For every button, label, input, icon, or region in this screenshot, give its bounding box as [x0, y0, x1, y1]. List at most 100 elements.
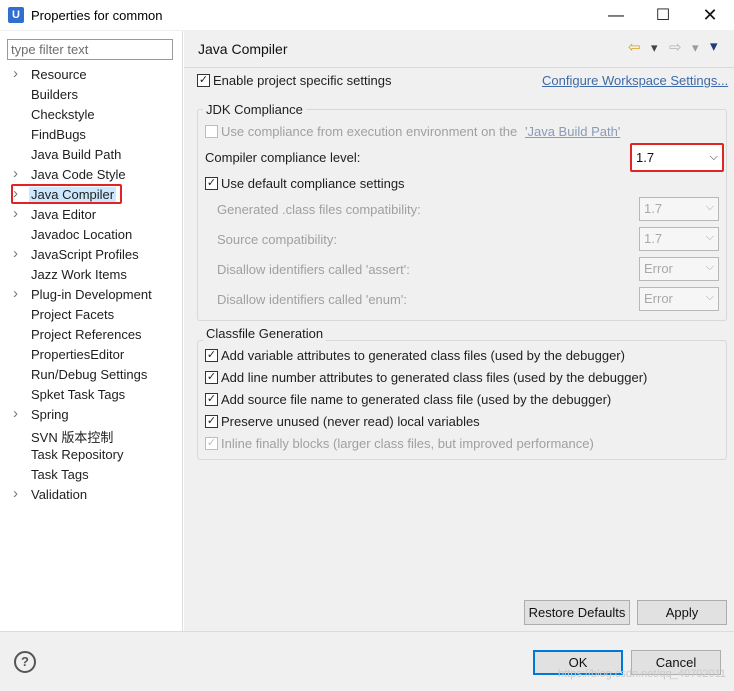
tree-item[interactable]: Project References [0, 325, 183, 345]
expand-arrow-icon[interactable]: › [13, 165, 25, 182]
expand-arrow-icon[interactable]: › [13, 65, 25, 82]
expand-arrow-icon[interactable]: › [13, 205, 25, 222]
add-source-file-checkbox[interactable]: ✓ [205, 393, 218, 406]
tree-item-label: Resource [31, 67, 87, 82]
enum-label: Disallow identifiers called 'enum': [217, 292, 407, 307]
expand-arrow-icon[interactable]: › [13, 485, 25, 502]
tree-item[interactable]: Spket Task Tags [0, 385, 183, 405]
tree-item[interactable]: › Java Editor [0, 205, 183, 225]
restore-defaults-button[interactable]: Restore Defaults [524, 600, 630, 625]
jdk-compliance-title: JDK Compliance [203, 102, 306, 117]
tree-item-label: Task Repository [31, 447, 124, 462]
expand-arrow-icon[interactable]: › [13, 405, 25, 422]
chevron-down-icon: ⌵ [705, 231, 714, 243]
tree-item[interactable]: Task Repository [0, 445, 183, 465]
generated-class-label: Generated .class files compatibility: [217, 202, 421, 217]
tree-item-label: JavaScript Profiles [31, 247, 139, 262]
add-variable-attributes-checkbox[interactable]: ✓ [205, 349, 218, 362]
tree-item[interactable]: › Validation [0, 485, 183, 505]
tree-item-label: Spket Task Tags [31, 387, 126, 402]
tree-item[interactable]: SVN 版本控制 [0, 425, 183, 445]
forward-menu-chevron-icon[interactable]: ▾ [692, 40, 699, 56]
tree-item[interactable]: Builders [0, 85, 183, 105]
enum-select: Error ⌵ [639, 287, 719, 311]
source-compat-label: Source compatibility: [217, 232, 337, 247]
tree-item[interactable]: › Java Code Style [0, 165, 183, 185]
enable-project-specific-checkbox[interactable]: ✓ [197, 74, 210, 87]
assert-label: Disallow identifiers called 'assert': [217, 262, 410, 277]
tree-item-label: Validation [31, 487, 88, 502]
selection-highlight-annotation [11, 184, 122, 204]
tree-item[interactable]: › Resource [0, 65, 183, 85]
tree-item-label: Project References [31, 327, 142, 342]
tree-item-label: Project Facets [31, 307, 115, 322]
tree-item[interactable]: Checkstyle [0, 105, 183, 125]
forward-arrow-icon[interactable]: ⇨ [669, 38, 682, 56]
chevron-down-icon: ⌵ [705, 291, 714, 303]
tree-item[interactable]: › Spring [0, 405, 183, 425]
tree-item-label: Jazz Work Items [31, 267, 127, 282]
tree-item[interactable]: Task Tags [0, 465, 183, 485]
filter-input[interactable] [7, 39, 173, 60]
inline-finally-label: Inline finally blocks (larger class file… [221, 436, 594, 451]
main-panel: Java Compiler ⇦ ▾ ⇨ ▾ ▾ ✓ Enable project… [184, 31, 734, 631]
expand-arrow-icon[interactable]: › [13, 285, 25, 302]
minimize-button[interactable]: — [593, 0, 639, 31]
close-button[interactable]: ✕ [687, 0, 733, 31]
add-source-file-label: Add source file name to generated class … [221, 392, 612, 407]
tree-item[interactable]: FindBugs [0, 125, 183, 145]
assert-select: Error ⌵ [639, 257, 719, 281]
tree-item-label: Java Code Style [31, 167, 126, 182]
back-menu-chevron-icon[interactable]: ▾ [651, 40, 658, 56]
apply-button[interactable]: Apply [637, 600, 727, 625]
expand-arrow-icon[interactable]: › [13, 245, 25, 262]
enable-project-specific-label: Enable project specific settings [213, 73, 392, 88]
tree-item[interactable]: Jazz Work Items [0, 265, 183, 285]
chevron-down-icon: ⌵ [705, 201, 714, 213]
app-icon: U [8, 7, 24, 23]
enum-value: Error [644, 291, 673, 306]
chevron-down-icon: ⌵ [705, 261, 714, 273]
tree-item-label: Checkstyle [31, 107, 95, 122]
back-arrow-icon[interactable]: ⇦ [628, 38, 641, 56]
page-title: Java Compiler [198, 41, 288, 57]
maximize-button[interactable]: ☐ [640, 0, 686, 31]
source-compat-value: 1.7 [644, 231, 663, 246]
preserve-unused-label: Preserve unused (never read) local varia… [221, 414, 480, 429]
tree-item[interactable]: Java Build Path [0, 145, 183, 165]
inline-finally-checkbox: ✓ [205, 437, 218, 450]
configure-workspace-link[interactable]: Configure Workspace Settings... [542, 73, 728, 88]
tree-item-label: Java Editor [31, 207, 97, 222]
title-bar: U Properties for common — ☐ ✕ [0, 0, 734, 31]
assert-value: Error [644, 261, 673, 276]
compliance-level-label: Compiler compliance level: [205, 150, 361, 165]
tree-item[interactable]: PropertiesEditor [0, 345, 183, 365]
compliance-level-select[interactable]: 1.7 ⌵ [630, 143, 724, 172]
use-default-compliance-label: Use default compliance settings [221, 176, 405, 191]
tree-item[interactable]: Project Facets [0, 305, 183, 325]
add-line-number-checkbox[interactable]: ✓ [205, 371, 218, 384]
classfile-generation-title: Classfile Generation [203, 326, 327, 341]
use-default-compliance-checkbox[interactable]: ✓ [205, 177, 218, 190]
add-line-number-label: Add line number attributes to generated … [221, 370, 648, 385]
tree-item-label: Task Tags [31, 467, 89, 482]
view-menu-icon[interactable]: ▾ [710, 37, 718, 55]
tree-item[interactable]: Javadoc Location [0, 225, 183, 245]
use-exec-env-label: Use compliance from execution environmen… [221, 124, 518, 139]
dialog-button-bar: ? OK Cancel https://blog.csdn.net/qq_407… [0, 631, 734, 691]
help-icon[interactable]: ? [14, 651, 36, 673]
tree-item-label: Java Build Path [31, 147, 122, 162]
property-page-tree: › Resource Builders Checkstyle FindBugs Java … [0, 31, 183, 631]
tree-item[interactable]: › Plug-in Development [0, 285, 183, 305]
tree-item[interactable]: Run/Debug Settings [0, 365, 183, 385]
use-exec-env-checkbox [205, 125, 218, 138]
header-divider [184, 67, 734, 68]
tree-item[interactable]: › JavaScript Profiles [0, 245, 183, 265]
tree-item-label: SVN 版本控制 [31, 430, 114, 445]
add-variable-attributes-label: Add variable attributes to generated cla… [221, 348, 625, 363]
tree-item-label: Javadoc Location [31, 227, 133, 242]
tree-item-label: Builders [31, 87, 78, 102]
preserve-unused-checkbox[interactable]: ✓ [205, 415, 218, 428]
watermark: https://blog.csdn.net/qq_40702011 [558, 668, 726, 680]
tree-item-label: PropertiesEditor [31, 347, 125, 362]
